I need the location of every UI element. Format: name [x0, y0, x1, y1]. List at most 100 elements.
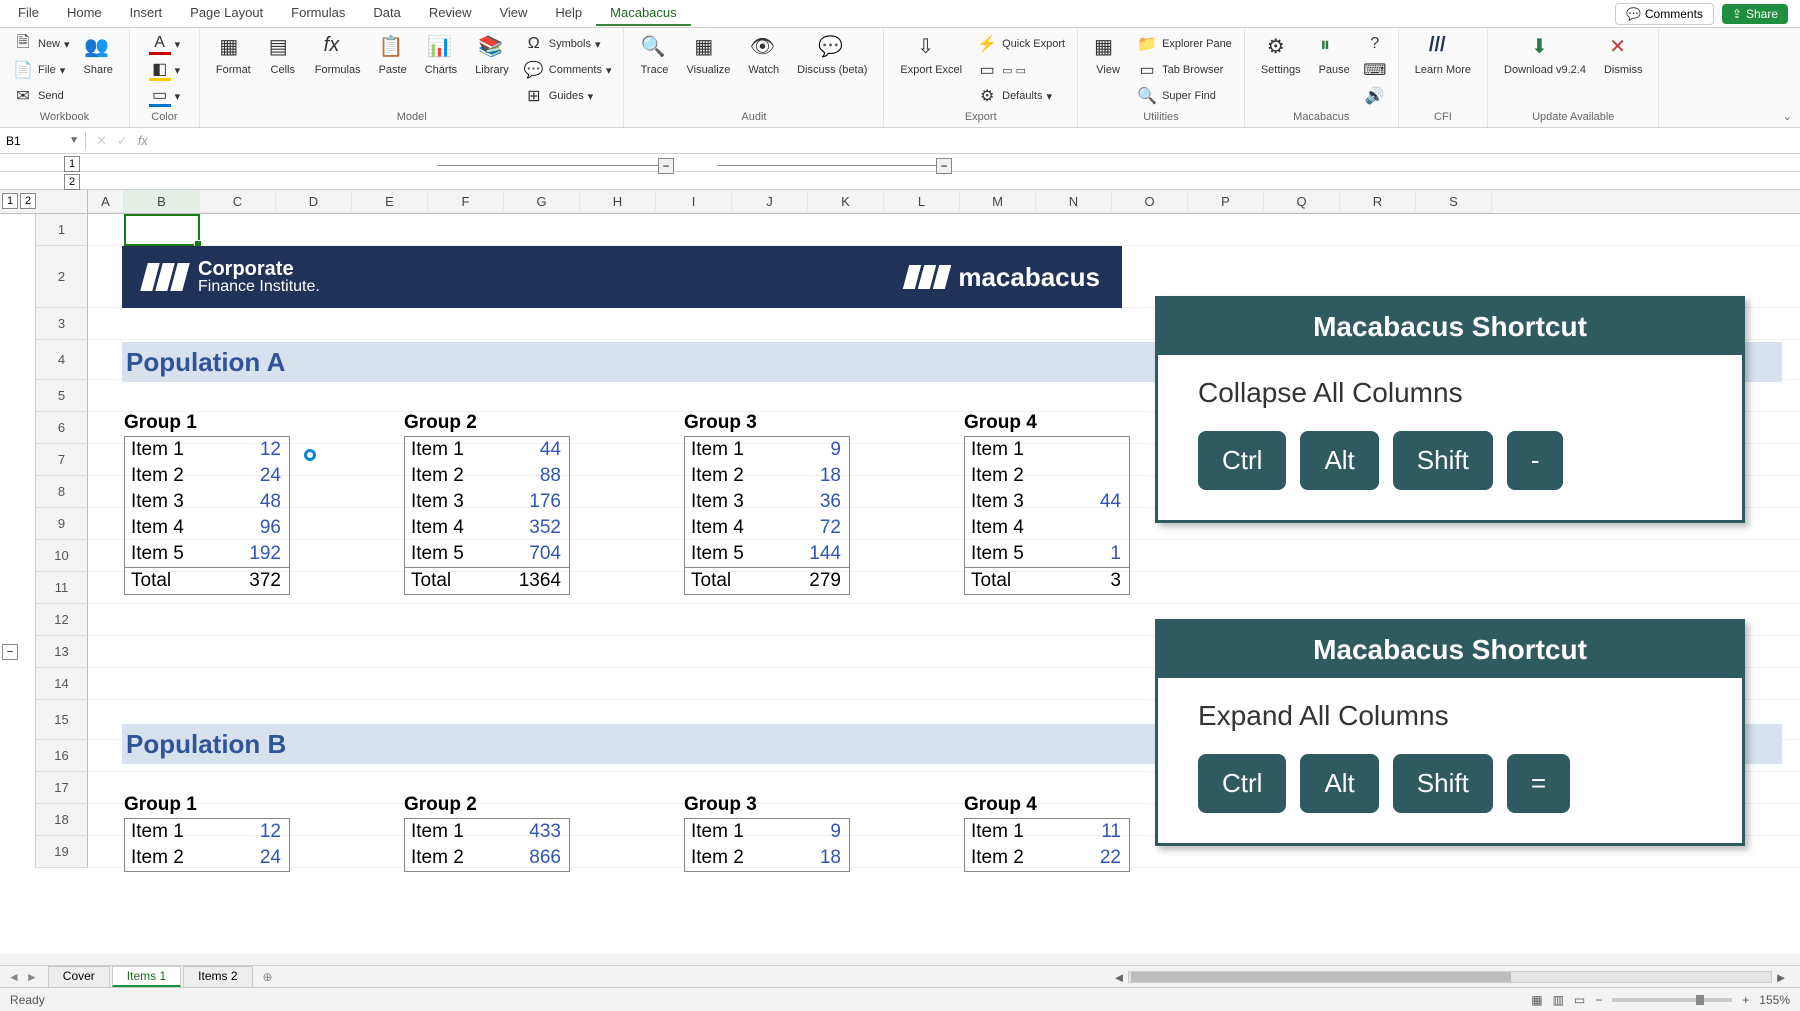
- fill-color-button[interactable]: ◧▾: [147, 58, 183, 82]
- col-header-J[interactable]: J: [732, 190, 808, 213]
- view-break-icon[interactable]: ▭: [1574, 993, 1585, 1007]
- col-header-L[interactable]: L: [884, 190, 960, 213]
- paste-button[interactable]: 📋Paste: [373, 32, 413, 78]
- col-collapse-1[interactable]: −: [658, 158, 674, 174]
- row-header-16[interactable]: 16: [36, 740, 88, 772]
- col-header-I[interactable]: I: [656, 190, 732, 213]
- row-header-17[interactable]: 17: [36, 772, 88, 804]
- row-header-9[interactable]: 9: [36, 508, 88, 540]
- cancel-formula-icon[interactable]: ✕: [96, 133, 107, 149]
- sheet-tab-items-2[interactable]: Items 2: [183, 966, 252, 987]
- col-header-R[interactable]: R: [1340, 190, 1416, 213]
- col-header-P[interactable]: P: [1188, 190, 1264, 213]
- download-button[interactable]: ⬇Download v9.2.4: [1498, 32, 1592, 78]
- row-header-4[interactable]: 4: [36, 340, 88, 380]
- menu-tab-view[interactable]: View: [485, 1, 541, 26]
- row-header-18[interactable]: 18: [36, 804, 88, 836]
- keys-button[interactable]: ⌨: [1362, 58, 1388, 82]
- row-header-19[interactable]: 19: [36, 836, 88, 868]
- row-header-1[interactable]: 1: [36, 214, 88, 246]
- new-button[interactable]: 🗎New ▾: [10, 32, 72, 56]
- menu-tab-help[interactable]: Help: [541, 1, 596, 26]
- row-header-2[interactable]: 2: [36, 246, 88, 308]
- menu-tab-file[interactable]: File: [4, 1, 53, 26]
- col-collapse-2[interactable]: −: [936, 158, 952, 174]
- menu-tab-page-layout[interactable]: Page Layout: [176, 1, 277, 26]
- menu-tab-home[interactable]: Home: [53, 1, 116, 26]
- sound-button[interactable]: 🔊: [1362, 84, 1388, 108]
- zoom-in-button[interactable]: +: [1742, 993, 1749, 1007]
- col-header-E[interactable]: E: [352, 190, 428, 213]
- col-header-S[interactable]: S: [1416, 190, 1492, 213]
- font-color-button[interactable]: A▾: [147, 32, 183, 56]
- cells-button[interactable]: ▤Cells: [263, 32, 303, 78]
- col-header-B[interactable]: B: [124, 190, 200, 213]
- col-header-N[interactable]: N: [1036, 190, 1112, 213]
- row-header-12[interactable]: 12: [36, 604, 88, 636]
- share-ribbon-button[interactable]: 👥Share: [78, 32, 119, 78]
- fx-icon[interactable]: fx: [138, 133, 148, 148]
- col-header-F[interactable]: F: [428, 190, 504, 213]
- view-button[interactable]: ▦View: [1088, 32, 1128, 78]
- menu-tab-review[interactable]: Review: [415, 1, 486, 26]
- col-outline-level-1[interactable]: 1: [64, 156, 80, 172]
- name-box[interactable]: B1▼: [0, 132, 86, 150]
- menu-tab-data[interactable]: Data: [359, 1, 414, 26]
- accept-formula-icon[interactable]: ✓: [117, 133, 128, 149]
- row-header-6[interactable]: 6: [36, 412, 88, 444]
- col-header-O[interactable]: O: [1112, 190, 1188, 213]
- formula-input[interactable]: [158, 134, 1800, 148]
- col-header-G[interactable]: G: [504, 190, 580, 213]
- row-outline-level-2[interactable]: 2: [20, 193, 36, 209]
- sheet-nav-next[interactable]: ►: [26, 970, 38, 984]
- col-header-C[interactable]: C: [200, 190, 276, 213]
- col-header-A[interactable]: A: [88, 190, 124, 213]
- settings-button[interactable]: ⚙Settings: [1255, 32, 1307, 78]
- row-header-14[interactable]: 14: [36, 668, 88, 700]
- visualize-button[interactable]: ▦Visualize: [680, 32, 736, 78]
- row-header-15[interactable]: 15: [36, 700, 88, 740]
- export-row[interactable]: ▭▭ ▭: [974, 58, 1028, 82]
- format-button[interactable]: ▦Format: [210, 32, 257, 78]
- pause-button[interactable]: ⏸Pause: [1313, 32, 1356, 78]
- defaults-button[interactable]: ⚙Defaults ▾: [974, 84, 1054, 108]
- learn-more-button[interactable]: ///Learn More: [1409, 32, 1477, 78]
- trace-button[interactable]: 🔍Trace: [634, 32, 674, 78]
- watch-button[interactable]: 👁Watch: [742, 32, 785, 78]
- zoom-slider[interactable]: [1612, 998, 1732, 1002]
- share-button[interactable]: ⇪Share: [1722, 4, 1788, 24]
- row-header-13[interactable]: 13: [36, 636, 88, 668]
- col-header-K[interactable]: K: [808, 190, 884, 213]
- row-collapse-13[interactable]: −: [2, 644, 18, 660]
- comments-ribbon-button[interactable]: 💬Comments ▾: [521, 58, 614, 82]
- zoom-out-button[interactable]: −: [1595, 993, 1602, 1007]
- symbols-button[interactable]: ΩSymbols ▾: [521, 32, 603, 56]
- zoom-level[interactable]: 155%: [1759, 993, 1790, 1007]
- formulas-button[interactable]: fxFormulas: [309, 32, 367, 78]
- col-header-M[interactable]: M: [960, 190, 1036, 213]
- col-outline-level-2[interactable]: 2: [64, 174, 80, 190]
- guides-button[interactable]: ⊞Guides ▾: [521, 84, 595, 108]
- col-header-D[interactable]: D: [276, 190, 352, 213]
- horizontal-scrollbar[interactable]: ◄►: [1110, 967, 1790, 987]
- menu-tab-macabacus[interactable]: Macabacus: [596, 1, 690, 26]
- ribbon-collapse-button[interactable]: ⌄: [1783, 110, 1792, 123]
- menu-tab-formulas[interactable]: Formulas: [277, 1, 359, 26]
- view-normal-icon[interactable]: ▦: [1531, 993, 1542, 1007]
- quick-export-button[interactable]: ⚡Quick Export: [974, 32, 1067, 56]
- add-sheet-button[interactable]: ⊕: [253, 970, 283, 984]
- col-header-H[interactable]: H: [580, 190, 656, 213]
- sheet-tab-cover[interactable]: Cover: [48, 966, 110, 987]
- row-header-3[interactable]: 3: [36, 308, 88, 340]
- explorer-pane-button[interactable]: 📁Explorer Pane: [1134, 32, 1234, 56]
- menu-tab-insert[interactable]: Insert: [116, 1, 177, 26]
- sheet-nav-prev[interactable]: ◄: [8, 970, 20, 984]
- view-layout-icon[interactable]: ▥: [1553, 993, 1564, 1007]
- row-header-8[interactable]: 8: [36, 476, 88, 508]
- send-button[interactable]: ✉Send: [10, 84, 66, 108]
- row-header-10[interactable]: 10: [36, 540, 88, 572]
- discuss-button[interactable]: 💬Discuss (beta): [791, 32, 873, 78]
- selected-cell[interactable]: [124, 214, 200, 246]
- file-button[interactable]: 📄File ▾: [10, 58, 67, 82]
- comments-button[interactable]: 💬Comments: [1615, 3, 1714, 25]
